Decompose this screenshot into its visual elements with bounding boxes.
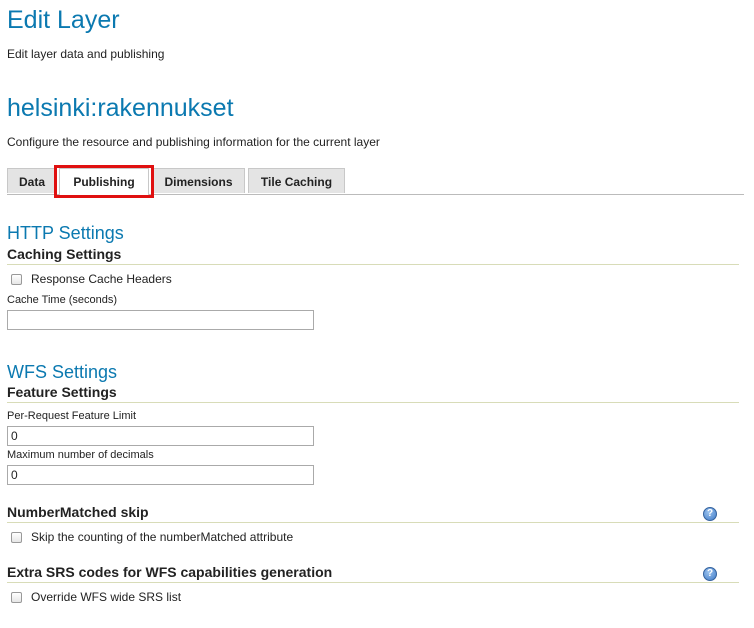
response-cache-row[interactable]: Response Cache Headers bbox=[11, 271, 172, 287]
max-decimals-input[interactable] bbox=[7, 465, 314, 485]
tab-data[interactable]: Data bbox=[7, 168, 57, 193]
wfs-settings-title: WFS Settings bbox=[7, 362, 118, 382]
tab-dimensions[interactable]: Dimensions bbox=[152, 168, 245, 193]
override-srs-row[interactable]: Override WFS wide SRS list bbox=[11, 589, 181, 605]
feature-limit-label: Per-Request Feature Limit bbox=[7, 410, 136, 422]
layer-name: helsinki:rakennukset bbox=[7, 94, 234, 122]
number-matched-label: Skip the counting of the numberMatched a… bbox=[31, 530, 294, 544]
page-description: Edit layer data and publishing bbox=[7, 47, 165, 61]
layer-description: Configure the resource and publishing in… bbox=[7, 135, 380, 149]
response-cache-checkbox[interactable] bbox=[11, 273, 22, 285]
override-srs-label: Override WFS wide SRS list bbox=[31, 590, 182, 604]
number-matched-checkbox[interactable] bbox=[11, 531, 22, 543]
response-cache-label: Response Cache Headers bbox=[31, 272, 172, 286]
number-matched-row[interactable]: Skip the counting of the numberMatched a… bbox=[11, 529, 293, 545]
override-srs-checkbox[interactable] bbox=[11, 591, 22, 603]
feature-limit-input[interactable] bbox=[7, 426, 314, 446]
extra-srs-help-icon[interactable]: ? bbox=[703, 567, 717, 581]
page-title: Edit Layer bbox=[7, 6, 120, 34]
caching-settings-title: Caching Settings bbox=[7, 246, 739, 265]
http-settings-title: HTTP Settings bbox=[7, 223, 124, 243]
extra-srs-title: Extra SRS codes for WFS capabilities gen… bbox=[7, 564, 739, 583]
cache-time-label: Cache Time (seconds) bbox=[7, 294, 118, 306]
cache-time-input[interactable] bbox=[7, 310, 314, 330]
tab-tile-caching[interactable]: Tile Caching bbox=[248, 168, 345, 193]
tab-publishing[interactable]: Publishing bbox=[59, 168, 149, 195]
feature-settings-title: Feature Settings bbox=[7, 384, 739, 403]
number-matched-help-icon[interactable]: ? bbox=[703, 507, 717, 521]
max-decimals-label: Maximum number of decimals bbox=[7, 449, 154, 461]
number-matched-title: NumberMatched skip bbox=[7, 504, 739, 523]
tab-bar: Data Publishing Dimensions Tile Caching bbox=[7, 168, 744, 195]
edit-layer-page: Edit Layer Edit layer data and publishin… bbox=[0, 0, 754, 628]
